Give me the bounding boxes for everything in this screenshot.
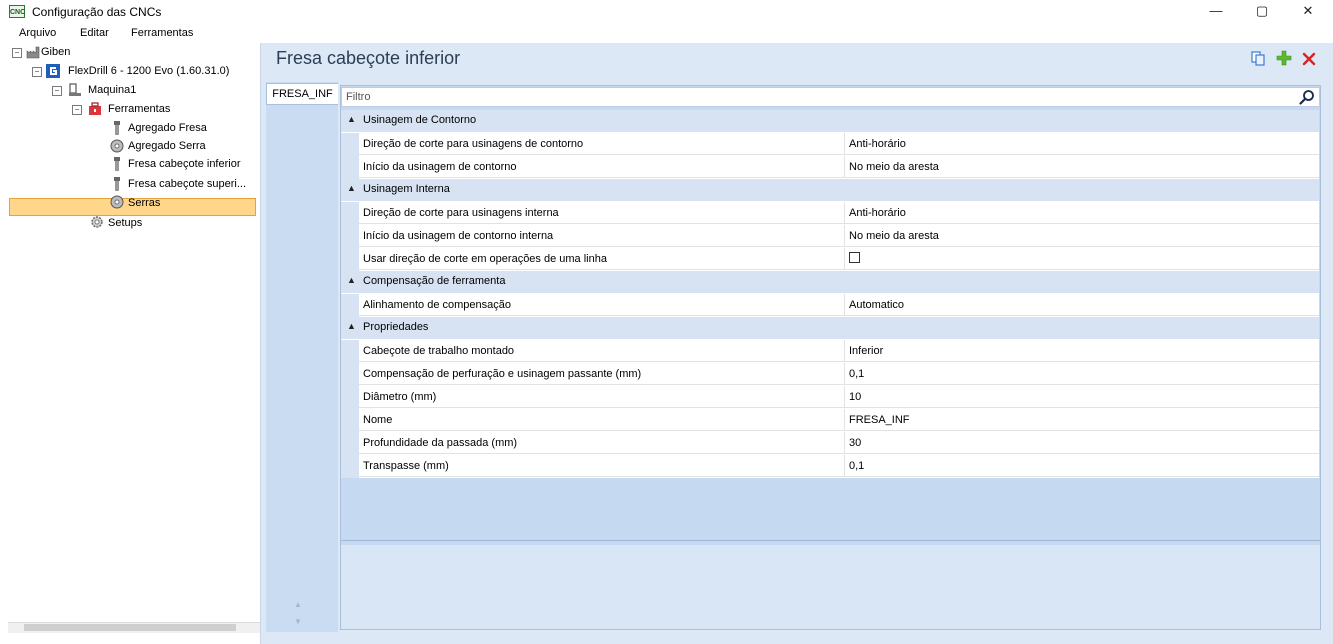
property-value[interactable]: Anti-horário xyxy=(845,202,1319,224)
app-icon: CNC xyxy=(9,5,25,18)
property-name: Direção de corte para usinagens de conto… xyxy=(359,133,845,155)
chevron-up-icon[interactable]: ▲ xyxy=(347,321,356,331)
category-compensacao[interactable]: ▲ Compensação de ferramenta xyxy=(341,271,1319,293)
property-row[interactable]: Início da usinagem de contorno interna No… xyxy=(341,225,1319,248)
property-value-checkbox-cell xyxy=(845,248,1319,270)
property-row[interactable]: Diâmetro (mm) 10 xyxy=(341,386,1319,409)
property-value[interactable]: No meio da aresta xyxy=(845,156,1319,178)
property-name: Diâmetro (mm) xyxy=(359,386,845,408)
filter-placeholder: Filtro xyxy=(346,91,371,103)
property-name: Nome xyxy=(359,409,845,431)
property-row[interactable]: Usar direção de corte em operações de um… xyxy=(341,248,1319,271)
property-row[interactable]: Profundidade da passada (mm) 30 xyxy=(341,432,1319,455)
tree-node-flexdrill[interactable]: FlexDrill 6 - 1200 Evo (1.60.31.0) xyxy=(68,62,229,80)
tree-node-fresa-inferior[interactable]: Fresa cabeçote inferior xyxy=(128,155,241,173)
property-row[interactable]: Cabeçote de trabalho montado Inferior xyxy=(341,340,1319,363)
property-value[interactable]: Anti-horário xyxy=(845,133,1319,155)
property-row[interactable]: Início da usinagem de contorno No meio da… xyxy=(341,156,1319,179)
property-name: Início da usinagem de contorno interna xyxy=(359,225,845,247)
mill-tool-icon xyxy=(114,121,120,135)
menu-bar xyxy=(0,24,1333,43)
tab-scroll-up-icon[interactable]: ▲ xyxy=(294,600,302,609)
property-name: Cabeçote de trabalho montado xyxy=(359,340,845,362)
saw-blade-icon xyxy=(110,195,124,209)
saw-blade-icon xyxy=(110,139,124,153)
property-value[interactable]: Inferior xyxy=(845,340,1319,362)
category-propriedades[interactable]: ▲ Propriedades xyxy=(341,317,1319,339)
copy-icon[interactable] xyxy=(1251,51,1266,66)
property-row[interactable]: Nome FRESA_INF xyxy=(341,409,1319,432)
mill-tool-icon xyxy=(114,157,120,171)
collapse-toggle-giben[interactable]: − xyxy=(12,48,22,58)
property-name: Usar direção de corte em operações de um… xyxy=(359,248,845,270)
delete-icon[interactable] xyxy=(1302,52,1316,66)
collapse-toggle-ferramentas[interactable]: − xyxy=(72,105,82,115)
panel-title: Fresa cabeçote inferior xyxy=(276,48,461,68)
menu-arquivo[interactable]: Arquivo xyxy=(19,27,56,39)
maximize-button[interactable]: ▢ xyxy=(1239,0,1285,24)
category-label: Propriedades xyxy=(363,321,429,333)
title-bar xyxy=(0,0,1333,24)
property-name: Direção de corte para usinagens interna xyxy=(359,202,845,224)
property-name: Transpasse (mm) xyxy=(359,455,845,477)
scroll-thumb[interactable] xyxy=(24,624,236,631)
add-icon[interactable] xyxy=(1276,50,1292,66)
giben-logo-icon xyxy=(46,64,60,78)
category-label: Usinagem de Contorno xyxy=(363,114,477,126)
chevron-up-icon[interactable]: ▲ xyxy=(347,183,356,193)
gear-icon xyxy=(91,216,103,228)
menu-editar[interactable]: Editar xyxy=(80,27,109,39)
filter-input[interactable] xyxy=(341,87,1320,107)
property-row[interactable]: Alinhamento de compensação Automatico xyxy=(341,294,1319,317)
tree-horizontal-scrollbar[interactable] xyxy=(8,622,260,633)
property-list: ▲ Usinagem de Contorno Direção de corte p… xyxy=(341,110,1319,478)
property-row[interactable]: Direção de corte para usinagens interna A… xyxy=(341,202,1319,225)
property-name: Compensação de perfuração e usinagem pas… xyxy=(359,363,845,385)
property-value[interactable]: 10 xyxy=(845,386,1319,408)
toolbox-icon xyxy=(89,102,101,115)
chevron-up-icon[interactable]: ▲ xyxy=(347,114,356,124)
tree-node-maquina[interactable]: Maquina1 xyxy=(88,81,136,99)
collapse-toggle-maquina[interactable]: − xyxy=(52,86,62,96)
tree-node-ferramentas[interactable]: Ferramentas xyxy=(108,100,170,118)
category-label: Usinagem Interna xyxy=(363,183,450,195)
property-value[interactable]: 0,1 xyxy=(845,363,1319,385)
property-row[interactable]: Compensação de perfuração e usinagem pas… xyxy=(341,363,1319,386)
tab-fresa-inf[interactable]: FRESA_INF xyxy=(266,83,338,105)
property-name: Profundidade da passada (mm) xyxy=(359,432,845,454)
property-value[interactable]: No meio da aresta xyxy=(845,225,1319,247)
tree-node-giben[interactable]: Giben xyxy=(41,43,70,61)
tree-node-serras[interactable]: Serras xyxy=(128,194,160,212)
machine-tree[interactable]: − Giben − FlexDrill 6 - 1200 Evo (1.60.3… xyxy=(8,43,261,644)
tab-scroll-down-icon[interactable]: ▼ xyxy=(294,617,302,626)
machine-icon xyxy=(69,83,81,96)
tree-node-setups[interactable]: Setups xyxy=(108,214,142,232)
property-value[interactable]: Automatico xyxy=(845,294,1319,316)
collapse-toggle-flexdrill[interactable]: − xyxy=(32,67,42,77)
close-button[interactable]: ✕ xyxy=(1285,0,1331,24)
property-name: Alinhamento de compensação xyxy=(359,294,845,316)
mill-tool-icon xyxy=(114,177,120,191)
property-value[interactable]: FRESA_INF xyxy=(845,409,1319,431)
category-usinagem-interna[interactable]: ▲ Usinagem Interna xyxy=(341,179,1319,201)
property-row[interactable]: Direção de corte para usinagens de conto… xyxy=(341,133,1319,156)
search-icon[interactable] xyxy=(1299,89,1315,105)
property-row[interactable]: Transpasse (mm) 0,1 xyxy=(341,455,1319,478)
tree-node-agregado-serra[interactable]: Agregado Serra xyxy=(128,137,206,155)
description-pane xyxy=(341,545,1320,629)
tree-node-fresa-superior[interactable]: Fresa cabeçote superi... xyxy=(128,175,246,193)
single-line-direction-checkbox[interactable] xyxy=(849,252,860,263)
property-name: Início da usinagem de contorno xyxy=(359,156,845,178)
tab-strip xyxy=(266,82,338,632)
window-title: Configuração das CNCs xyxy=(32,5,162,19)
minimize-button[interactable]: — xyxy=(1193,0,1239,24)
menu-ferramentas[interactable]: Ferramentas xyxy=(131,27,193,39)
property-value[interactable]: 30 xyxy=(845,432,1319,454)
property-value[interactable]: 0,1 xyxy=(845,455,1319,477)
category-label: Compensação de ferramenta xyxy=(363,275,506,287)
tree-node-agregado-fresa[interactable]: Agregado Fresa xyxy=(128,119,207,137)
factory-icon xyxy=(26,46,40,59)
category-usinagem-contorno[interactable]: ▲ Usinagem de Contorno xyxy=(341,110,1319,132)
chevron-up-icon[interactable]: ▲ xyxy=(347,275,356,285)
